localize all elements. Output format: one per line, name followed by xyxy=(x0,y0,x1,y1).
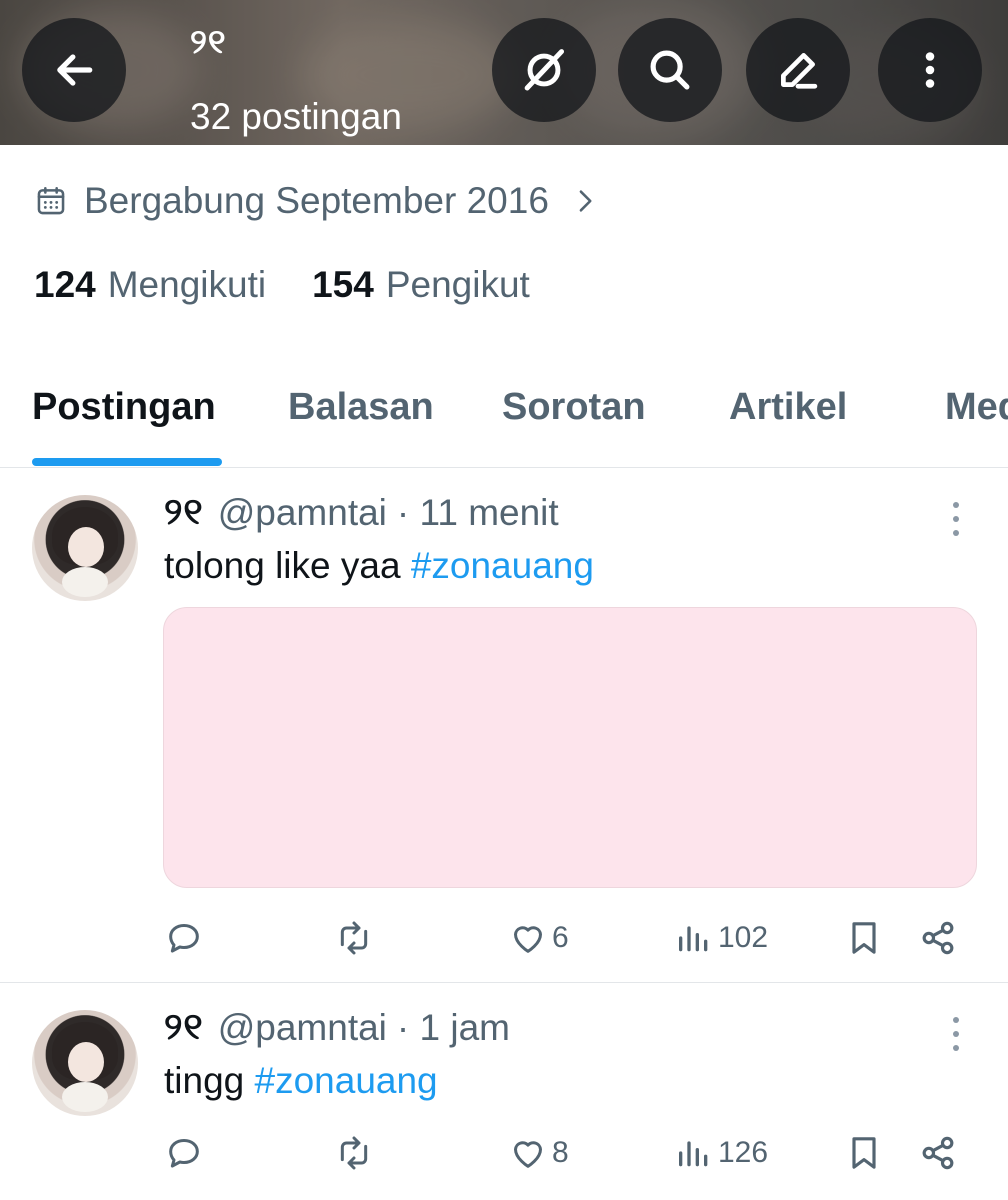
repost-icon xyxy=(340,921,368,955)
tab-media[interactable]: Media xyxy=(945,386,1008,429)
tab-posts[interactable]: Postingan xyxy=(32,386,216,429)
views-icon xyxy=(679,1141,708,1167)
post-meta: ୨୧ @pamntai · 1 jam xyxy=(164,1006,510,1049)
header-profile-name: ୨୧ xyxy=(190,23,227,61)
grok-button[interactable] xyxy=(492,18,596,122)
repost-button[interactable] xyxy=(334,913,374,963)
post-actions: 6 102 xyxy=(0,913,1008,963)
post-body: tolong like yaa xyxy=(164,545,411,586)
post-author-name[interactable]: ୨୧ xyxy=(164,1006,204,1049)
hashtag-link[interactable]: #zonauang xyxy=(255,1060,438,1101)
bookmark-button[interactable] xyxy=(844,1128,884,1178)
bookmark-button[interactable] xyxy=(844,913,884,963)
following-label: Mengikuti xyxy=(107,264,267,305)
grok-icon xyxy=(524,49,565,91)
post-text: tolong like yaa #zonauang xyxy=(164,545,594,587)
profile-header-banner: ୨୧ 32 postingan xyxy=(0,0,1008,145)
share-button[interactable] xyxy=(918,1128,958,1178)
tab-replies[interactable]: Balasan xyxy=(288,386,434,429)
post-body: tingg xyxy=(164,1060,255,1101)
repost-icon xyxy=(340,1136,368,1170)
like-count: 6 xyxy=(552,921,569,954)
search-icon xyxy=(650,50,690,90)
reply-button[interactable] xyxy=(164,913,204,963)
like-count: 8 xyxy=(552,1136,569,1169)
views-button[interactable]: 126 xyxy=(674,1128,768,1178)
share-button[interactable] xyxy=(918,913,958,963)
tab-highlights[interactable]: Sorotan xyxy=(502,386,646,429)
post-meta: ୨୧ @pamntai · 11 menit xyxy=(164,491,559,534)
bookmark-icon xyxy=(852,922,876,954)
reply-icon xyxy=(169,1139,199,1168)
repost-button[interactable] xyxy=(334,1128,374,1178)
share-icon xyxy=(922,921,954,955)
like-button[interactable]: 6 xyxy=(508,913,569,963)
back-button[interactable] xyxy=(22,18,126,122)
header-post-count: 32 postingan xyxy=(190,96,402,137)
followers-count: 154 xyxy=(312,264,374,305)
calendar-icon xyxy=(37,186,65,215)
reply-button[interactable] xyxy=(164,1128,204,1178)
post-text: tingg #zonauang xyxy=(164,1060,438,1102)
hashtag-link[interactable]: #zonauang xyxy=(411,545,594,586)
post-author-handle[interactable]: @pamntai xyxy=(218,1007,387,1049)
share-icon xyxy=(922,1136,954,1170)
back-icon xyxy=(57,54,93,86)
like-button[interactable]: 8 xyxy=(508,1128,569,1178)
more-vertical-icon[interactable] xyxy=(942,1014,970,1054)
views-count: 126 xyxy=(718,1136,769,1169)
heart-icon xyxy=(514,926,542,953)
edit-button[interactable] xyxy=(746,18,850,122)
search-button[interactable] xyxy=(618,18,722,122)
avatar[interactable] xyxy=(32,495,138,601)
post-media[interactable] xyxy=(163,607,977,888)
joined-date-text: Bergabung September 2016 xyxy=(84,180,549,221)
post-author-handle[interactable]: @pamntai xyxy=(218,492,387,534)
joined-date-row[interactable]: Bergabung September 2016 xyxy=(34,180,615,222)
post-item[interactable]: ୨୧ @pamntai · 1 jam tingg #zonauang 8 12… xyxy=(0,984,1008,1200)
more-vertical-icon[interactable] xyxy=(942,499,970,539)
views-count: 102 xyxy=(718,921,769,954)
post-author-name[interactable]: ୨୧ xyxy=(164,491,204,534)
follow-stats: 124 Mengikuti 154 Pengikut xyxy=(34,264,576,306)
heart-icon xyxy=(514,1141,542,1168)
active-tab-indicator xyxy=(32,458,222,466)
post-timestamp[interactable]: · 1 jam xyxy=(397,1007,510,1049)
chevron-right-icon xyxy=(579,190,592,212)
followers-link[interactable]: 154 Pengikut xyxy=(312,264,530,306)
more-vertical-icon xyxy=(925,52,935,88)
profile-tabs: Postingan Balasan Sorotan Artikel Media xyxy=(0,372,1008,468)
views-icon xyxy=(679,926,708,952)
post-item[interactable]: ୨୧ @pamntai · 11 menit tolong like yaa #… xyxy=(0,469,1008,983)
header-title: ୨୧ 32 postingan xyxy=(190,22,402,142)
avatar[interactable] xyxy=(32,1010,138,1116)
reply-icon xyxy=(169,924,199,953)
edit-icon xyxy=(781,53,818,89)
more-options-button[interactable] xyxy=(878,18,982,122)
following-link[interactable]: 124 Mengikuti xyxy=(34,264,266,306)
views-button[interactable]: 102 xyxy=(674,913,768,963)
followers-label: Pengikut xyxy=(385,264,530,305)
tab-articles[interactable]: Artikel xyxy=(729,386,847,429)
post-actions: 8 126 xyxy=(0,1128,1008,1178)
post-timestamp[interactable]: · 11 menit xyxy=(397,492,559,534)
bookmark-icon xyxy=(852,1137,876,1169)
following-count: 124 xyxy=(34,264,96,305)
